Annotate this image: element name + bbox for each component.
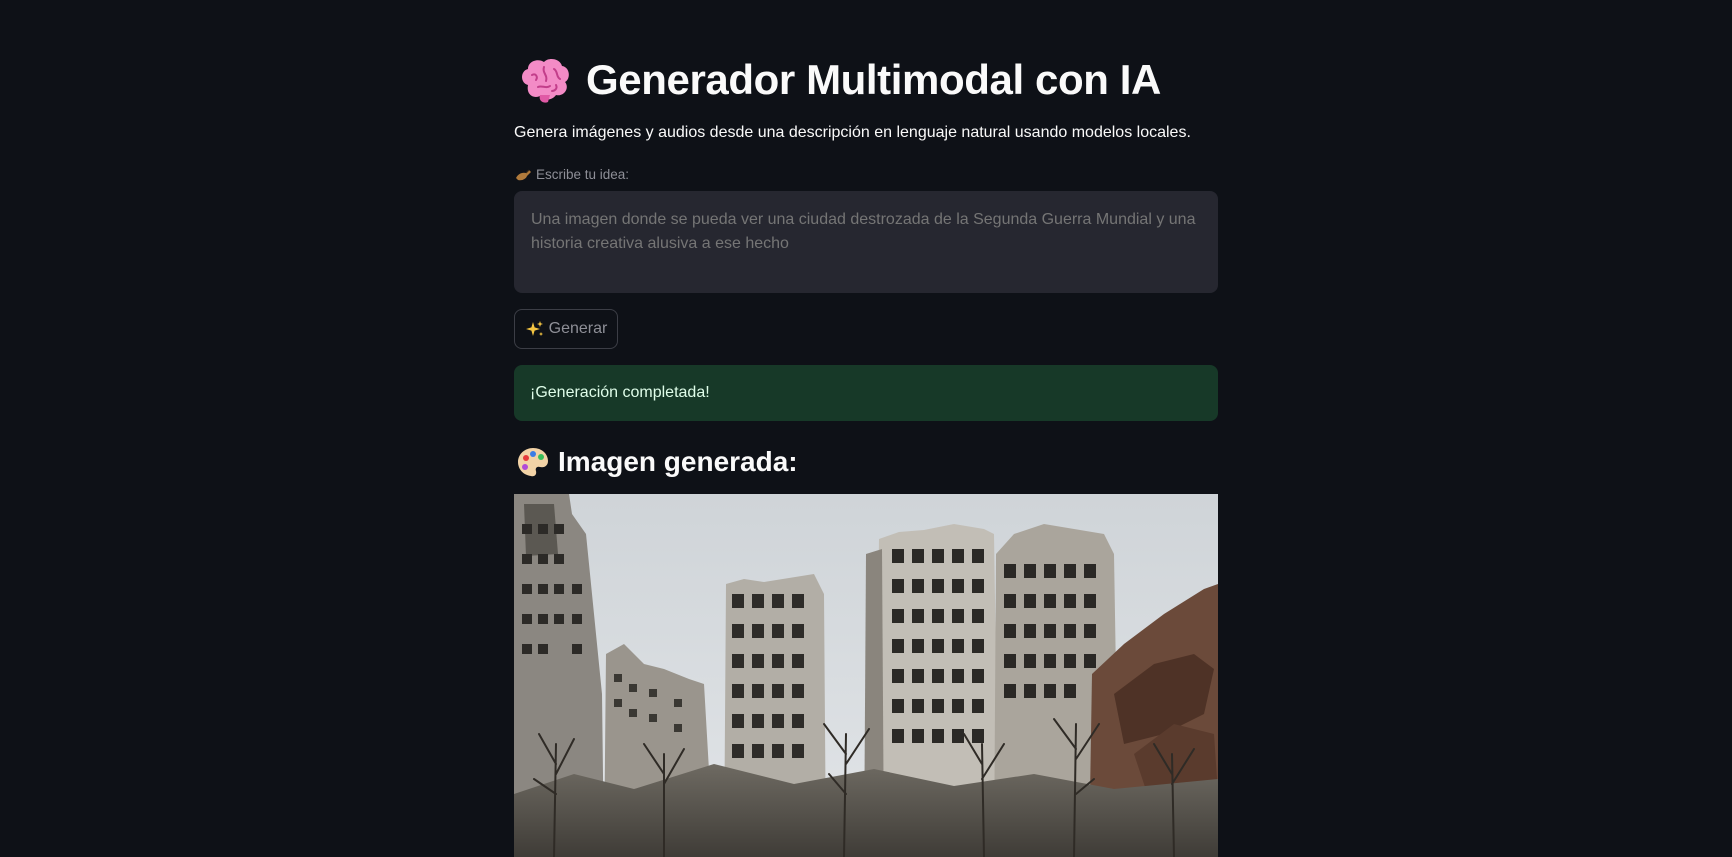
generate-button[interactable]: Generar <box>514 309 618 349</box>
page-title: Generador Multimodal con IA <box>586 56 1161 103</box>
app-page: Generador Multimodal con IA Genera imáge… <box>0 0 1732 857</box>
success-message: ¡Generación completada! <box>530 384 710 401</box>
prompt-label-text: Escribe tu idea: <box>536 166 630 182</box>
generate-button-label: Generar <box>548 320 608 337</box>
prompt-label: Escribe tu idea: <box>514 166 629 182</box>
result-section-title: Imagen generada: <box>558 446 798 477</box>
page-subtitle: Genera imágenes y audios desde una descr… <box>514 124 1191 141</box>
writing-hand-icon <box>516 169 531 181</box>
ruined-city-buildings-image <box>514 494 1218 857</box>
artist-palette-icon <box>518 448 548 477</box>
brain-icon <box>522 58 569 103</box>
prompt-textarea[interactable] <box>514 191 1218 293</box>
page-header: Generador Multimodal con IA <box>514 52 1161 108</box>
success-alert: ¡Generación completada! <box>514 365 1218 421</box>
sparkles-icon <box>525 321 543 336</box>
result-section-header: Imagen generada: <box>514 442 798 482</box>
generated-image <box>514 494 1218 857</box>
